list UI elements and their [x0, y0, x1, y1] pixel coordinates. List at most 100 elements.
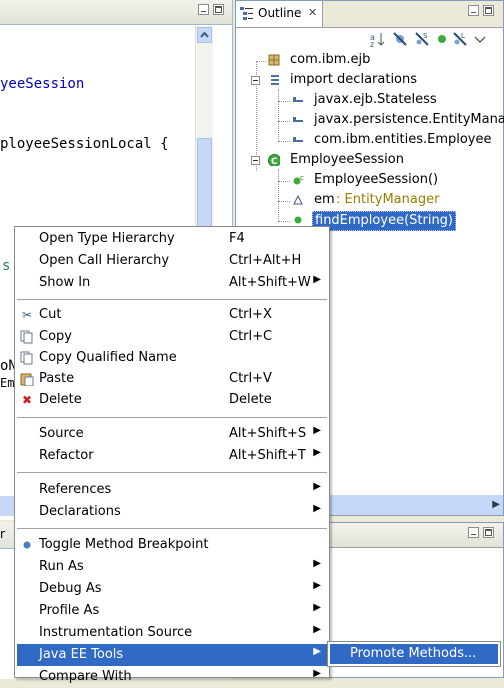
imports-icon [271, 75, 279, 85]
menu-item-open-call-hierarchy[interactable]: Open Call Hierarchy Ctrl+Alt+H [17, 250, 327, 272]
tree-item-label: EmployeeSession() [314, 172, 439, 187]
view-menu-icon[interactable] [472, 31, 488, 47]
menu-item-shortcut: Alt+Shift+T [229, 448, 306, 463]
menu-item-label: Profile As [39, 603, 100, 618]
submenu-arrow-icon: ▶ [313, 274, 321, 285]
menu-item-java-ee-tools[interactable]: Java EE Tools ▶ [17, 644, 327, 666]
menu-item-copy-qualified-name[interactable]: Copy Qualified Name [17, 347, 327, 369]
menu-item-label: Java EE Tools [39, 647, 124, 662]
tree-item-label: findEmployee(String) [312, 211, 457, 231]
submenu-arrow-icon: ▶ [313, 447, 321, 458]
class-icon: C [268, 154, 280, 166]
maximize-icon[interactable] [213, 4, 224, 15]
menu-item-shortcut: Alt+Shift+S [229, 426, 307, 441]
sort-az-icon[interactable]: az [370, 31, 386, 49]
hide-static-icon[interactable]: S [414, 31, 430, 47]
breakpoint-icon [23, 541, 31, 549]
menu-item-paste[interactable]: Paste Ctrl+V [17, 368, 327, 390]
menu-item-shortcut: F4 [229, 231, 245, 246]
svg-text:z: z [370, 40, 374, 47]
code-line[interactable]: s [2, 258, 10, 274]
maximize-icon[interactable] [483, 527, 494, 538]
scroll-right-icon[interactable]: ▶ [492, 499, 500, 510]
menu-item-label: Open Type Hierarchy [39, 231, 175, 246]
submenu-arrow-icon: ▶ [313, 558, 321, 569]
menu-item-debug-as[interactable]: Debug As ▶ [17, 578, 327, 600]
submenu-arrow-icon: ▶ [313, 425, 321, 436]
collapse-toggle[interactable] [251, 76, 260, 85]
hide-fields-icon[interactable] [392, 31, 408, 47]
menu-item-shortcut: Ctrl+Alt+H [229, 253, 302, 268]
menu-item-promote-methods[interactable]: Promote Methods... [330, 644, 498, 664]
tree-item-label: import declarations [290, 72, 418, 87]
submenu-arrow-icon: ▶ [313, 602, 321, 613]
method-icon [294, 216, 302, 224]
menu-item-label: Refactor [39, 448, 94, 463]
minimize-icon[interactable] [198, 4, 209, 15]
menu-item-label: References [39, 482, 112, 497]
menu-item-compare-with[interactable]: Compare With ▶ [17, 666, 327, 688]
svg-text:S: S [423, 32, 428, 40]
menu-item-refactor[interactable]: Refactor Alt+Shift+T ▶ [17, 445, 327, 467]
menu-item-shortcut: Alt+Shift+W [229, 275, 311, 290]
submenu-arrow-icon: ▶ [313, 503, 321, 514]
copy-icon [20, 330, 33, 344]
code-line[interactable]: yeeSession [0, 76, 84, 92]
minimize-icon[interactable] [468, 527, 479, 538]
tree-item-label: com.ibm.entities.Employee [314, 132, 492, 147]
menu-item-shortcut: Delete [229, 392, 272, 407]
menu-item-instrumentation-source[interactable]: Instrumentation Source ▶ [17, 622, 327, 644]
menu-separator [17, 299, 327, 300]
outline-icon [240, 7, 253, 20]
collapse-toggle[interactable] [251, 156, 260, 165]
code-line[interactable]: Em [0, 376, 14, 390]
menu-item-run-as[interactable]: Run As ▶ [17, 556, 327, 578]
menu-item-shortcut: Ctrl+V [229, 371, 272, 386]
maximize-icon[interactable] [483, 5, 494, 16]
menu-item-label: Cut [39, 307, 62, 322]
menu-item-label: Run As [39, 559, 84, 574]
menu-item-label: Instrumentation Source [39, 625, 193, 640]
tab-fragment[interactable]: r [0, 527, 5, 541]
menu-item-label: Open Call Hierarchy [39, 253, 170, 268]
menu-item-toggle-method-breakpoint[interactable]: Toggle Method Breakpoint [17, 534, 327, 556]
import-icon [293, 97, 303, 102]
menu-item-label: Delete [39, 392, 82, 407]
hide-local-types-icon[interactable]: L [452, 31, 468, 47]
menu-item-label: Toggle Method Breakpoint [39, 537, 209, 552]
menu-item-references[interactable]: References ▶ [17, 479, 327, 501]
tree-item-label: com.ibm.ejb [290, 52, 371, 67]
menu-item-copy[interactable]: Copy Ctrl+C [17, 326, 327, 348]
import-icon [293, 117, 303, 122]
menu-item-delete[interactable]: ✖ Delete Delete [17, 389, 327, 411]
submenu-arrow-icon: ▶ [313, 580, 321, 591]
svg-text:c: c [300, 174, 304, 182]
outline-tab-label: Outline [258, 6, 302, 20]
constructor-icon: c [293, 174, 304, 185]
import-icon [293, 137, 303, 142]
tree-item-label: javax.persistence.EntityManag [314, 112, 504, 127]
menu-item-profile-as[interactable]: Profile As ▶ [17, 600, 327, 622]
scroll-up-icon[interactable] [197, 27, 212, 43]
menu-item-open-type-hierarchy[interactable]: Open Type Hierarchy F4 [17, 228, 327, 250]
paste-icon [20, 373, 34, 386]
submenu-arrow-icon: ▶ [313, 668, 321, 679]
menu-item-label: Show In [39, 275, 91, 290]
submenu-arrow-icon: ▶ [313, 481, 321, 492]
code-line[interactable]: ployeeSessionLocal { [0, 136, 169, 152]
context-menu: Open Type Hierarchy F4 Open Call Hierarc… [14, 226, 330, 684]
menu-item-source[interactable]: Source Alt+Shift+S ▶ [17, 423, 327, 445]
tree-item-label: javax.ejb.Stateless [314, 92, 437, 107]
close-icon[interactable]: ✕ [308, 6, 317, 19]
menu-item-cut[interactable]: ✂ Cut Ctrl+X [17, 304, 327, 326]
menu-separator [17, 417, 327, 418]
menu-item-declarations[interactable]: Declarations ▶ [17, 501, 327, 523]
submenu-arrow-icon: ▶ [313, 624, 321, 635]
editor-tab-bar [0, 0, 232, 25]
menu-item-show-in[interactable]: Show In Alt+Shift+W ▶ [17, 272, 327, 294]
menu-item-label: Declarations [39, 504, 121, 519]
hide-nonpublic-icon[interactable] [434, 31, 450, 47]
field-icon [293, 194, 303, 205]
minimize-icon[interactable] [468, 5, 479, 16]
tab-outline[interactable]: Outline ✕ [236, 1, 323, 27]
